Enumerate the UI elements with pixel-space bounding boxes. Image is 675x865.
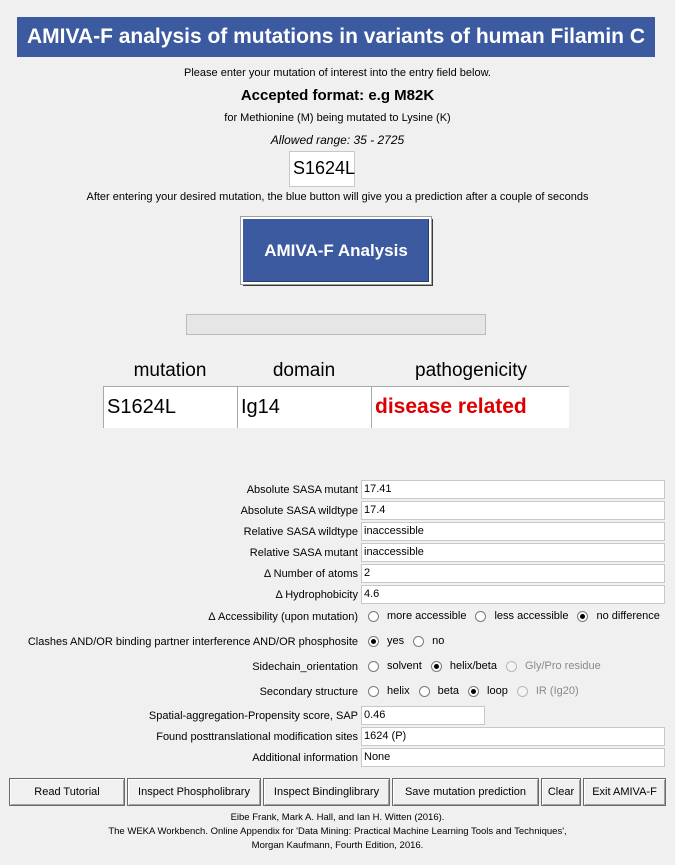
ptm-field[interactable]: 1624 (P) [361, 727, 665, 746]
rel-sasa-mutant-field[interactable]: inaccessible [361, 543, 665, 562]
progress-bar [186, 314, 486, 335]
radio-selected-icon [430, 660, 442, 672]
save-mutation-prediction-button[interactable]: Save mutation prediction [392, 778, 539, 806]
pathogenicity-result: disease related [371, 386, 569, 428]
delta-atoms-field[interactable]: 2 [361, 564, 665, 583]
radio-selected-icon [577, 610, 589, 622]
radio-less-accessible[interactable]: less accessible [475, 610, 568, 622]
pathogenicity-header: pathogenicity [415, 360, 527, 381]
range-text: Allowed range: 35 - 2725 [270, 133, 405, 147]
sidechain-radio-group: solvent helix/beta Gly/Pro residue [368, 660, 610, 672]
accessibility-label: Δ Accessibility (upon mutation) [208, 611, 358, 623]
radio-selected-icon [368, 635, 379, 647]
additional-info-field[interactable]: None [361, 748, 665, 767]
inspect-phospholibrary-button[interactable]: Inspect Phospholibrary [127, 778, 261, 806]
credit-line-2: The WEKA Workbench. Online Appendix for … [108, 826, 567, 837]
radio-icon [368, 685, 379, 697]
clear-button[interactable]: Clear [541, 778, 581, 806]
exit-button[interactable]: Exit AMIVA-F [583, 778, 666, 806]
radio-icon [413, 635, 425, 647]
delta-atoms-label: Δ Number of atoms [263, 568, 358, 580]
radio-gly-pro: Gly/Pro residue [505, 660, 601, 672]
sap-field[interactable]: 0.46 [361, 706, 485, 725]
ptm-label: Found posttranslational modification sit… [156, 731, 358, 743]
inspect-bindinglibrary-button[interactable]: Inspect Bindinglibrary [263, 778, 390, 806]
mutation-header: mutation [133, 360, 207, 381]
radio-ir-ig20: IR (Ig20) [516, 685, 579, 697]
rel-sasa-wildtype-label: Relative SASA wildtype [243, 526, 358, 538]
mutation-result: S1624L [103, 386, 237, 428]
example-text: for Methionine (M) being mutated to Lysi… [224, 112, 451, 124]
rel-sasa-mutant-label: Relative SASA mutant [249, 547, 358, 559]
domain-result: Ig14 [237, 386, 371, 428]
clashes-label: Clashes AND/OR binding partner interfere… [27, 636, 358, 648]
abs-sasa-wildtype-field[interactable]: 17.4 [361, 501, 665, 520]
accessibility-radio-group: more accessible less accessible no diffe… [368, 610, 660, 622]
radio-more-accessible[interactable]: more accessible [368, 610, 466, 622]
instruction-text: Please enter your mutation of interest i… [184, 67, 491, 79]
radio-solvent[interactable]: solvent [368, 660, 422, 672]
radio-selected-icon [468, 685, 480, 697]
credit-line-3: Morgan Kaufmann, Fourth Edition, 2016. [251, 840, 424, 851]
clashes-radio-group: yes no [368, 635, 453, 647]
sidechain-label: Sidechain_orientation [252, 661, 358, 673]
delta-hydrophobicity-label: Δ Hydrophobicity [275, 589, 358, 601]
radio-helix-beta[interactable]: helix/beta [430, 660, 497, 672]
radio-no-difference[interactable]: no difference [577, 610, 660, 622]
radio-icon [418, 685, 430, 697]
radio-loop[interactable]: loop [468, 685, 508, 697]
rel-sasa-wildtype-field[interactable]: inaccessible [361, 522, 665, 541]
radio-disabled-icon [505, 660, 517, 672]
radio-icon [368, 660, 379, 672]
radio-icon [475, 610, 487, 622]
secondary-structure-label: Secondary structure [259, 686, 358, 698]
radio-helix[interactable]: helix [368, 685, 410, 697]
credit-line-1: Eibe Frank, Mark A. Hall, and Ian H. Wit… [230, 812, 445, 823]
secondary-structure-radio-group: helix beta loop IR (Ig20) [368, 685, 588, 697]
mutation-input[interactable]: S1624L [289, 151, 355, 187]
abs-sasa-mutant-field[interactable]: 17.41 [361, 480, 665, 499]
radio-beta[interactable]: beta [418, 685, 459, 697]
amiva-analysis-button[interactable]: AMIVA-F Analysis [240, 216, 432, 285]
read-tutorial-button[interactable]: Read Tutorial [9, 778, 125, 806]
radio-icon [368, 610, 379, 622]
abs-sasa-mutant-label: Absolute SASA mutant [246, 484, 358, 496]
radio-disabled-icon [516, 685, 528, 697]
sap-label: Spatial-aggregation-Propensity score, SA… [148, 710, 358, 722]
additional-info-label: Additional information [252, 752, 358, 764]
radio-no[interactable]: no [413, 635, 444, 647]
after-text: After entering your desired mutation, th… [86, 191, 589, 203]
domain-header: domain [272, 360, 336, 381]
delta-hydrophobicity-field[interactable]: 4.6 [361, 585, 665, 604]
radio-yes[interactable]: yes [368, 635, 404, 647]
app-title: AMIVA-F analysis of mutations in variant… [17, 17, 655, 57]
format-text: Accepted format: e.g M82K [240, 87, 435, 104]
abs-sasa-wildtype-label: Absolute SASA wildtype [240, 505, 358, 517]
